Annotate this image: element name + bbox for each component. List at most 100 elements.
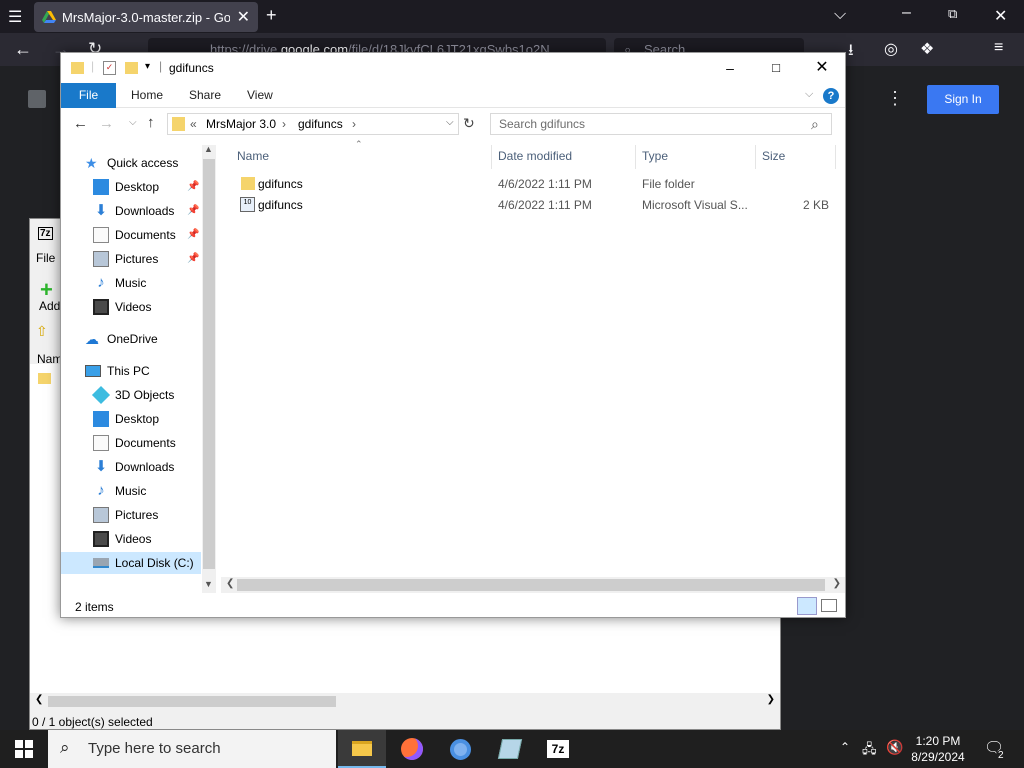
nav-pc-desktop[interactable]: Desktop	[93, 408, 159, 430]
browser-tab[interactable]: MrsMajor-3.0-master.zip - Goo ✕	[34, 2, 258, 32]
sign-in-button[interactable]: Sign In	[927, 85, 999, 114]
back-icon[interactable]: ←	[73, 115, 88, 132]
minimize-icon[interactable]: –	[707, 57, 753, 79]
nav-pc-3d-objects[interactable]: 3D Objects	[91, 384, 174, 406]
search-icon[interactable]: ⌕	[811, 116, 819, 133]
nav-qa-music[interactable]: ♪ Music	[93, 272, 146, 294]
close-window-icon[interactable]: ✕	[994, 6, 1007, 26]
taskbar-search-box[interactable]: ⌕ Type here to search	[48, 730, 336, 768]
new-tab-icon[interactable]: +	[266, 5, 277, 26]
sevenzip-col-name[interactable]: Nam	[37, 352, 62, 366]
app-taskbar-button[interactable]	[486, 730, 534, 768]
column-date[interactable]: Date modified	[498, 149, 572, 163]
file-row[interactable]: 10 gdifuncs 4/6/2022 1:11 PM Microsoft V…	[237, 195, 837, 215]
nav-quick-access[interactable]: ★ Quick access	[85, 152, 178, 174]
chevron-right-icon[interactable]: ›	[352, 117, 356, 131]
address-overflow[interactable]: «	[190, 117, 197, 131]
navigation-pane: ★ Quick access Desktop 📌 ⬇ Downloads 📌 Doc…	[61, 145, 201, 593]
drive-menu-icon[interactable]	[28, 90, 46, 108]
sevenzip-taskbar-button[interactable]: 7z	[534, 730, 582, 768]
nav-pc-videos[interactable]: Videos	[93, 528, 151, 550]
recent-locations-icon[interactable]: ⌵	[129, 117, 137, 128]
nav-pc-downloads[interactable]: ⬇ Downloads	[93, 456, 175, 478]
file-row[interactable]: gdifuncs 4/6/2022 1:11 PM File folder	[237, 174, 837, 194]
file-explorer-taskbar-button[interactable]	[338, 730, 386, 768]
address-segment[interactable]: MrsMajor 3.0	[206, 117, 276, 131]
nav-pc-pictures[interactable]: Pictures	[93, 504, 158, 526]
tab-view[interactable]: View	[247, 83, 273, 108]
search-input[interactable]: Search gdifuncs ⌕	[490, 113, 832, 135]
tab-title: MrsMajor-3.0-master.zip - Goo	[62, 10, 230, 25]
nav-scrollbar[interactable]: ▲ ▼	[202, 144, 216, 593]
forward-icon[interactable]: →	[99, 115, 114, 132]
chevron-right-icon[interactable]: ›	[282, 117, 286, 131]
sevenzip-file-menu[interactable]: File	[36, 251, 55, 265]
minimize-icon[interactable]: –	[902, 4, 911, 22]
nav-qa-downloads[interactable]: ⬇ Downloads	[93, 200, 175, 222]
start-button[interactable]	[0, 730, 48, 768]
status-bar: 2 items	[61, 593, 845, 617]
extensions-icon[interactable]: ❖	[920, 39, 934, 59]
explorer-titlebar[interactable]: | ✓ ▾ | gdifuncs – □ ✕	[61, 53, 845, 83]
file-type: Microsoft Visual S...	[642, 198, 748, 212]
restore-icon[interactable]: ⧉	[948, 6, 957, 22]
content-hscroll[interactable]: ❮ ❯	[221, 577, 845, 593]
nav-this-pc[interactable]: This PC	[85, 360, 150, 382]
large-icons-view-icon[interactable]	[821, 599, 837, 612]
back-icon[interactable]: ←	[14, 39, 32, 60]
nav-pc-local-disk[interactable]: Local Disk (C:)	[61, 552, 201, 574]
properties-icon[interactable]: ✓	[103, 61, 116, 75]
column-name[interactable]: Name	[237, 149, 269, 163]
file-date: 4/6/2022 1:11 PM	[498, 177, 592, 191]
downloads-icon[interactable]: ⭳	[848, 39, 854, 66]
column-header: ⌃ Name Date modified Type Size	[227, 139, 837, 169]
search-icon: ⌕	[60, 738, 70, 757]
column-type[interactable]: Type	[642, 149, 668, 163]
account-icon[interactable]: ◎	[884, 39, 898, 59]
nav-qa-pictures[interactable]: Pictures	[93, 248, 158, 270]
new-folder-icon[interactable]	[125, 62, 138, 74]
nav-qa-documents[interactable]: Documents	[93, 224, 176, 246]
more-options-icon[interactable]: ⋮	[886, 88, 904, 109]
folder-icon	[241, 177, 255, 190]
menu-icon[interactable]: ≡	[994, 39, 1003, 57]
tab-list-icon[interactable]: ☰	[8, 7, 22, 27]
nav-pc-documents[interactable]: Documents	[93, 432, 176, 454]
pin-icon[interactable]: 📌	[187, 181, 199, 192]
close-icon[interactable]: ✕	[799, 57, 845, 79]
column-size[interactable]: Size	[762, 149, 785, 163]
show-hidden-icons-icon[interactable]: ⌃	[840, 740, 850, 754]
help-icon[interactable]: ?	[823, 88, 839, 104]
network-icon[interactable]: 🖧	[862, 740, 877, 762]
nav-pc-music[interactable]: ♪ Music	[93, 480, 146, 502]
tab-home[interactable]: Home	[131, 83, 163, 108]
address-bar[interactable]: « MrsMajor 3.0 › gdifuncs › ⌵	[167, 113, 459, 135]
nav-qa-videos[interactable]: Videos	[93, 296, 151, 318]
file-explorer-icon	[352, 741, 372, 756]
sevenzip-hscroll[interactable]: ❮ ❯	[30, 693, 780, 710]
chevron-down-icon[interactable]: ⌵	[446, 117, 454, 128]
clock[interactable]: 1:20 PM 8/29/2024	[900, 733, 976, 765]
pin-icon[interactable]: 📌	[187, 253, 199, 264]
refresh-icon[interactable]: ↻	[463, 115, 475, 132]
maximize-icon[interactable]: □	[753, 57, 799, 79]
nav-onedrive[interactable]: ☁ OneDrive	[85, 328, 158, 350]
close-tab-icon[interactable]: ✕	[237, 7, 250, 27]
folder-icon	[38, 373, 51, 384]
pin-icon[interactable]: 📌	[187, 229, 199, 240]
tab-file[interactable]: File	[61, 83, 116, 108]
firefox-taskbar-button[interactable]	[388, 730, 436, 768]
list-all-tabs-icon[interactable]: ⌵	[834, 6, 846, 24]
customize-toolbar-icon[interactable]: ▾	[145, 61, 150, 72]
pin-icon[interactable]: 📌	[187, 205, 199, 216]
address-segment[interactable]: gdifuncs	[298, 117, 343, 131]
details-view-icon[interactable]	[797, 597, 817, 615]
clock-time: 1:20 PM	[915, 734, 961, 748]
tab-share[interactable]: Share	[189, 83, 221, 108]
up-folder-icon[interactable]: ⇧	[36, 323, 48, 340]
up-icon[interactable]: ↑	[147, 114, 155, 131]
window-title: gdifuncs	[169, 61, 214, 75]
expand-ribbon-icon[interactable]: ⌵	[805, 88, 813, 101]
chrome-taskbar-button[interactable]	[436, 730, 484, 768]
nav-qa-desktop[interactable]: Desktop	[93, 176, 159, 198]
